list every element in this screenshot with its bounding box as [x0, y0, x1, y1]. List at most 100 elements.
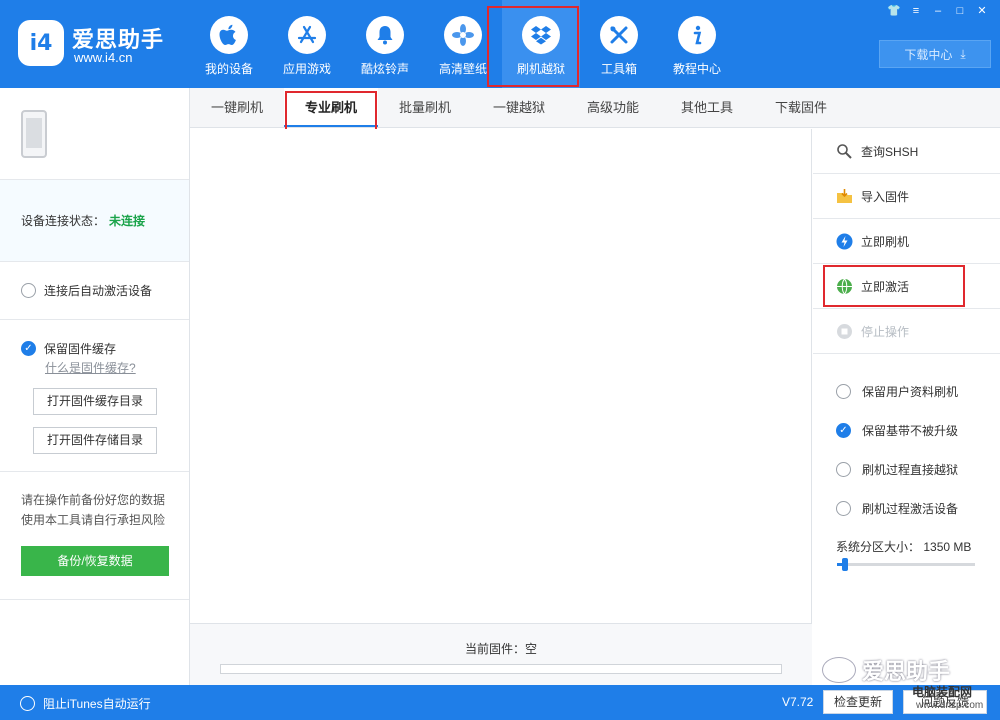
system-partition-size: 系统分区大小： 1350 MB	[813, 538, 1000, 555]
partition-value: 1350 MB	[923, 540, 972, 554]
option-checkbox-checked[interactable]: ✓	[836, 423, 851, 438]
close-icon[interactable]: ✕	[974, 4, 990, 18]
option-keep-baseband[interactable]: ✓ 保留基带不被升级	[813, 411, 1000, 450]
import-folder-icon	[836, 188, 853, 205]
action-label: 导入固件	[861, 189, 910, 204]
action-label: 立即刷机	[861, 234, 910, 249]
warning-line2: 使用本工具请自行承担风险	[21, 513, 166, 527]
firmware-cache-section: ✓ 保留固件缓存 什么是固件缓存? 打开固件缓存目录 打开固件存储目录	[0, 320, 189, 472]
left-sidebar: 设备连接状态： 未连接 连接后自动激活设备 ✓ 保留固件缓存 什么是固件缓存? …	[0, 88, 190, 685]
check-update-button[interactable]: 检查更新	[823, 690, 893, 714]
menu-icon[interactable]: ≡	[908, 4, 924, 18]
flash-progress-bar	[220, 664, 782, 674]
current-firmware-label: 当前固件：空	[464, 642, 537, 656]
status-label: 设备连接状态：	[21, 214, 106, 228]
download-icon: ⤓	[960, 46, 966, 61]
shsh-search-icon	[836, 143, 853, 160]
nav-label: 我的设备	[204, 62, 253, 76]
option-radio[interactable]	[836, 384, 851, 399]
info-icon	[678, 16, 716, 54]
app-logo: i4	[18, 20, 64, 66]
window-controls: 👕 ≡ – □ ✕	[886, 4, 990, 18]
backup-warning: 请在操作前备份好您的数据 使用本工具请自行承担风险 备份/恢复数据	[0, 472, 189, 600]
highlight-box-tab	[285, 91, 377, 131]
stop-operation-button[interactable]: 停止操作	[813, 309, 1000, 354]
partition-size-slider[interactable]	[837, 558, 975, 571]
nav-my-device[interactable]: 我的设备	[190, 0, 268, 88]
slider-thumb[interactable]	[842, 558, 849, 571]
flower-icon	[444, 16, 482, 54]
maximize-icon[interactable]: □	[952, 4, 968, 18]
auto-activate-radio[interactable]	[21, 283, 36, 298]
option-jailbreak-during-flash[interactable]: 刷机过程直接越狱	[813, 450, 1000, 489]
nav-apps-games[interactable]: 应用游戏	[268, 0, 346, 88]
import-firmware-button[interactable]: 导入固件	[813, 174, 1000, 219]
wechat-icon	[822, 657, 856, 683]
skin-icon[interactable]: 👕	[886, 4, 902, 18]
cache-help-link[interactable]: 什么是固件缓存?	[45, 359, 189, 376]
highlight-box-nav	[487, 6, 579, 87]
tab-one-click-jailbreak[interactable]: 一键越狱	[472, 88, 566, 127]
apple-icon	[210, 16, 248, 54]
phone-icon	[21, 110, 47, 158]
status-value: 未连接	[109, 214, 146, 228]
tab-advanced[interactable]: 高级功能	[566, 88, 660, 127]
download-center-button[interactable]: 下载中心 ⤓	[879, 40, 991, 68]
option-label: 保留基带不被升级	[862, 424, 959, 438]
warning-line1: 请在操作前备份好您的数据	[21, 493, 166, 507]
brand-url: www.i4.cn	[74, 50, 133, 65]
tab-download-firmware[interactable]: 下载固件	[754, 88, 848, 127]
nav-toolbox[interactable]: 工具箱	[580, 0, 658, 88]
tab-other-tools[interactable]: 其他工具	[660, 88, 754, 127]
watermark-text: 爱思助手	[862, 659, 951, 684]
tab-one-click-flash[interactable]: 一键刷机	[190, 88, 284, 127]
download-center-label: 下载中心	[904, 47, 953, 62]
option-activate-during-flash[interactable]: 刷机过程激活设备	[813, 489, 1000, 528]
auto-activate-label: 连接后自动激活设备	[44, 284, 153, 298]
query-shsh-button[interactable]: 查询SHSH	[813, 129, 1000, 174]
open-storage-dir-button[interactable]: 打开固件存储目录	[33, 427, 157, 454]
option-label: 刷机过程激活设备	[862, 502, 959, 516]
main-nav: 我的设备 应用游戏 酷炫铃声 高清壁纸 刷机越狱 工具箱 教程中心	[190, 0, 736, 88]
backup-restore-button[interactable]: 备份/恢复数据	[21, 546, 169, 576]
option-keep-user-data[interactable]: 保留用户资料刷机	[813, 372, 1000, 411]
auto-activate-option[interactable]: 连接后自动激活设备	[0, 262, 189, 320]
flash-now-button[interactable]: 立即刷机	[813, 219, 1000, 264]
block-itunes-label: 阻止iTunes自动运行	[43, 697, 151, 711]
nav-tutorials[interactable]: 教程中心	[658, 0, 736, 88]
watermark-wechat: 爱思助手	[822, 654, 950, 686]
device-preview	[0, 88, 189, 180]
keep-cache-checkbox[interactable]: ✓	[21, 341, 36, 356]
version-label: V7.72	[782, 695, 814, 709]
minimize-icon[interactable]: –	[930, 4, 946, 18]
status-bar: 阻止iTunes自动运行 V7.72 检查更新 问题反馈	[0, 685, 1000, 720]
nav-label: 工具箱	[600, 62, 637, 76]
firmware-footer: 当前固件：空	[190, 623, 812, 685]
watermark-site: 电脑装配网	[912, 685, 973, 699]
nav-label: 高清壁纸	[438, 62, 487, 76]
action-label: 停止操作	[861, 324, 910, 339]
nav-label: 酷炫铃声	[360, 62, 409, 76]
watermark-url: www.dnzp.com	[916, 700, 984, 711]
tab-batch-flash[interactable]: 批量刷机	[378, 88, 472, 127]
block-itunes-radio[interactable]	[20, 696, 35, 711]
option-radio[interactable]	[836, 462, 851, 477]
firmware-list-panel: 当前固件：空	[190, 129, 812, 685]
open-cache-dir-button[interactable]: 打开固件缓存目录	[33, 388, 157, 415]
app-store-icon	[288, 16, 326, 54]
right-action-panel: 查询SHSH 导入固件 立即刷机 立即激活 停止操作 保留用户资料刷机 ✓ 保留…	[813, 129, 1000, 685]
nav-label: 教程中心	[672, 62, 721, 76]
block-itunes-option[interactable]: 阻止iTunes自动运行	[20, 695, 151, 712]
partition-label: 系统分区大小：	[836, 540, 921, 554]
stop-icon	[836, 323, 853, 340]
highlight-box-activate	[823, 265, 965, 307]
nav-ringtones[interactable]: 酷炫铃声	[346, 0, 424, 88]
nav-label: 应用游戏	[282, 62, 331, 76]
flash-options: 保留用户资料刷机 ✓ 保留基带不被升级 刷机过程直接越狱 刷机过程激活设备	[813, 354, 1000, 528]
lightning-icon	[836, 233, 853, 250]
option-label: 刷机过程直接越狱	[862, 463, 959, 477]
option-radio[interactable]	[836, 501, 851, 516]
keep-cache-label: 保留固件缓存	[44, 342, 117, 356]
tools-icon	[600, 16, 638, 54]
action-label: 查询SHSH	[861, 144, 919, 159]
